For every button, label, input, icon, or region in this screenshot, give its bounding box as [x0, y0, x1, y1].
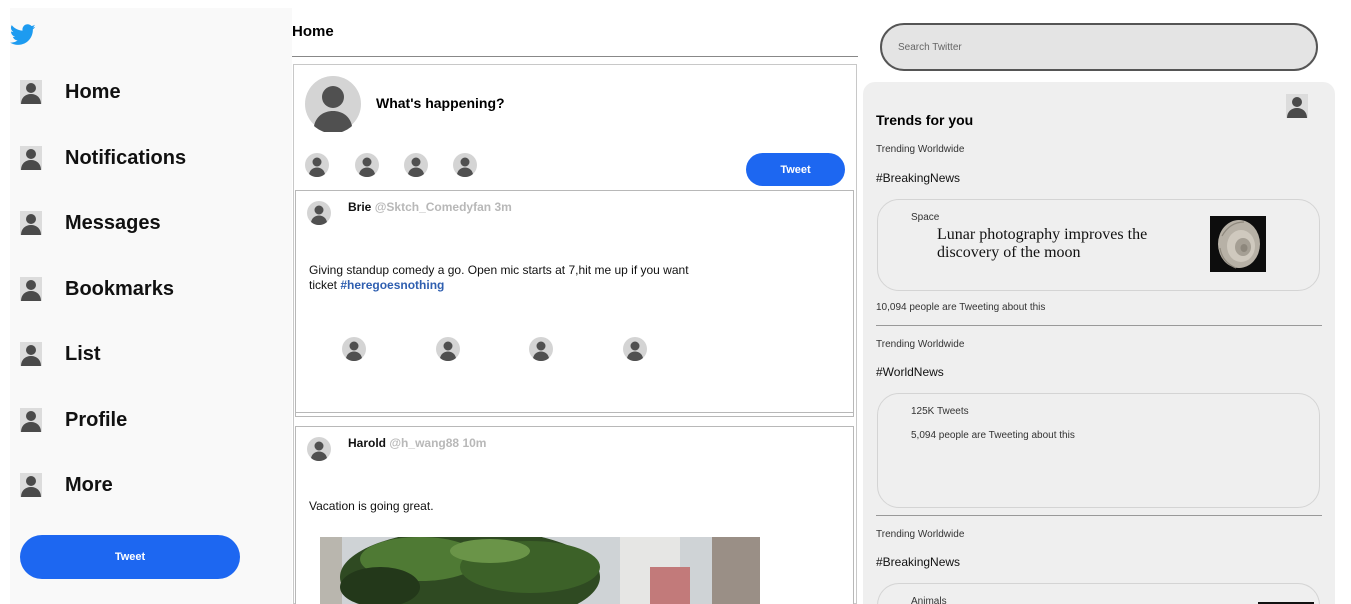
tweet-card: Harold @h_wang88 10m Vacation is going g…: [295, 426, 854, 604]
twitter-bird-icon[interactable]: [10, 24, 36, 46]
sidebar-item-label: More: [65, 473, 113, 496]
sidebar-item-label: Home: [65, 80, 121, 103]
trend-card-category: Animals: [911, 596, 947, 604]
trend-stats-card[interactable]: 125K Tweets 5,094 people are Tweeting ab…: [877, 393, 1320, 508]
trend-card-headline: Lunar photography improves the discovery…: [937, 226, 1148, 261]
tweet-author-name[interactable]: Brie: [348, 200, 371, 214]
trend-divider: [876, 325, 1322, 326]
header-divider: [292, 56, 858, 57]
trend-divider: [876, 515, 1322, 516]
sidebar-item-label: Profile: [65, 408, 128, 431]
avatar[interactable]: [307, 201, 331, 225]
sidebar-item-home[interactable]: Home: [20, 77, 220, 107]
sidebar-item-more[interactable]: More: [20, 470, 220, 500]
sidebar-item-profile[interactable]: Profile: [20, 405, 220, 435]
tweet-divider: [296, 412, 853, 413]
tweet-timestamp: 3m: [494, 200, 512, 214]
search-box: [880, 23, 1318, 71]
emoji-icon[interactable]: [453, 153, 477, 177]
tweet-text: Vacation is going great.: [309, 499, 434, 513]
tweet-card: Brie @Sktch_Comedyfan 3m Giving standup …: [295, 190, 854, 417]
tweet-header: Brie @Sktch_Comedyfan 3m: [348, 200, 512, 214]
share-icon[interactable]: [623, 337, 647, 361]
trend-card-detail: 5,094 people are Tweeting about this: [911, 430, 1075, 441]
tweet-body: Giving standup comedy a go. Open mic sta…: [309, 263, 709, 293]
composer-tweet-button[interactable]: Tweet: [746, 153, 845, 186]
tweet-hashtag-link[interactable]: #heregoesnothing: [340, 278, 444, 292]
trend-context: Trending Worldwide: [876, 144, 965, 155]
user-icon: [20, 473, 42, 497]
trend-news-card[interactable]: Space Lunar photography improves the dis…: [877, 199, 1320, 291]
sidebar-item-label: Messages: [65, 211, 161, 234]
trends-title: Trends for you: [876, 112, 974, 128]
trends-settings-icon[interactable]: [1286, 94, 1308, 118]
twitter-page: Home Notifications Messages Bookmarks Li…: [0, 0, 1351, 604]
trend-card-count: 125K Tweets: [911, 406, 969, 417]
trends-panel: Trends for you Trending Worldwide #Break…: [863, 82, 1335, 604]
sidebar-tweet-button[interactable]: Tweet: [20, 535, 240, 579]
user-icon: [20, 277, 42, 301]
trend-card-category: Space: [911, 212, 940, 223]
poll-icon[interactable]: [404, 153, 428, 177]
tweet-author-name[interactable]: Harold: [348, 436, 386, 450]
sidebar-item-messages[interactable]: Messages: [20, 208, 220, 238]
trend-hashtag[interactable]: #BreakingNews: [876, 171, 960, 185]
composer-prompt[interactable]: What's happening?: [376, 95, 505, 111]
sidebar-item-label: Bookmarks: [65, 277, 174, 300]
user-icon: [20, 80, 42, 104]
sidebar: Home Notifications Messages Bookmarks Li…: [10, 8, 292, 604]
like-icon[interactable]: [529, 337, 553, 361]
tweet-header: Harold @h_wang88 10m: [348, 436, 486, 450]
tweet-handle[interactable]: @Sktch_Comedyfan: [375, 200, 491, 214]
sidebar-item-list[interactable]: List: [20, 339, 220, 369]
avatar-placeholder-icon: [305, 76, 361, 132]
search-input[interactable]: [882, 25, 1316, 69]
tweet-handle[interactable]: @h_wang88: [389, 436, 459, 450]
user-icon: [20, 408, 42, 432]
user-icon: [20, 342, 42, 366]
reply-icon[interactable]: [342, 337, 366, 361]
user-icon: [20, 146, 42, 170]
tweet-photo[interactable]: [320, 537, 760, 604]
trend-hashtag[interactable]: #WorldNews: [876, 365, 944, 379]
retweet-icon[interactable]: [436, 337, 460, 361]
avatar[interactable]: [307, 437, 331, 461]
trend-context: Trending Worldwide: [876, 529, 965, 540]
trend-tweet-count: 10,094 people are Tweeting about this: [876, 302, 1046, 313]
sidebar-item-bookmarks[interactable]: Bookmarks: [20, 274, 220, 304]
sidebar-item-label: Notifications: [65, 146, 187, 169]
sidebar-item-label: List: [65, 342, 101, 365]
trend-news-card[interactable]: Animals: [877, 583, 1320, 604]
page-title: Home: [292, 23, 334, 40]
media-icon[interactable]: [305, 153, 329, 177]
gif-icon[interactable]: [355, 153, 379, 177]
user-icon: [20, 211, 42, 235]
sidebar-item-notifications[interactable]: Notifications: [20, 143, 220, 173]
ammonite-fossil-thumbnail: [1210, 216, 1266, 272]
trend-context: Trending Worldwide: [876, 339, 965, 350]
tweet-timestamp: 10m: [462, 436, 487, 450]
trend-hashtag[interactable]: #BreakingNews: [876, 555, 960, 569]
